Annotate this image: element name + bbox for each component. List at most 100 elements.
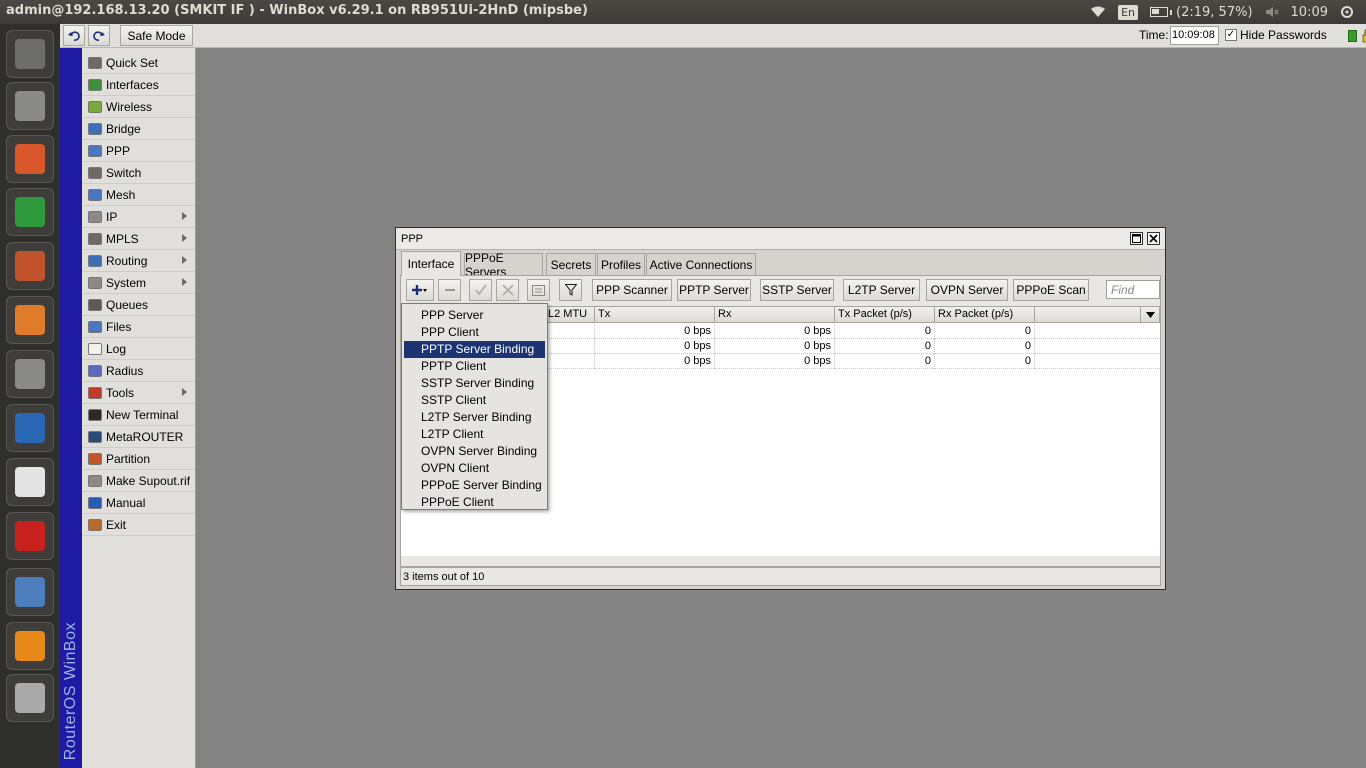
menu-item-l2tp-client[interactable]: L2TP Client (404, 426, 545, 443)
redo-button[interactable] (88, 25, 110, 46)
sstp-server-button[interactable]: SSTP Server (760, 279, 834, 301)
sidebar-item[interactable]: Partition (82, 448, 195, 470)
software-center-icon (15, 305, 45, 335)
pptp-server-button[interactable]: PPTP Server (677, 279, 751, 301)
menu-item-sstp-client[interactable]: SSTP Client (404, 392, 545, 409)
launcher-item[interactable] (6, 404, 54, 452)
ppp-scanner-button[interactable]: PPP Scanner (592, 279, 672, 301)
pppoe-scan-button[interactable]: PPPoE Scan (1013, 279, 1089, 301)
sidebar-item[interactable]: System (82, 272, 195, 294)
mpls-icon (88, 232, 102, 245)
tab-active-connections[interactable]: Active Connections (646, 253, 756, 275)
volume-muted-icon[interactable] (1265, 6, 1279, 18)
column-header-tx-packet[interactable]: Tx Packet (p/s) (835, 307, 935, 323)
launcher-item[interactable] (6, 82, 54, 130)
remove-button[interactable] (438, 279, 461, 301)
column-header-rx[interactable]: Rx (715, 307, 835, 323)
menu-item-ovpn-client[interactable]: OVPN Client (404, 460, 545, 477)
launcher-item[interactable] (6, 188, 54, 236)
launcher-item[interactable] (6, 350, 54, 398)
menu-item-ppp-server[interactable]: PPP Server (404, 307, 545, 324)
battery-indicator[interactable]: (2:19, 57%) (1150, 5, 1253, 20)
sidebar-item[interactable]: Radius (82, 360, 195, 382)
battery-icon (1150, 7, 1169, 17)
launcher-item[interactable] (6, 30, 54, 78)
sidebar-item[interactable]: Wireless (82, 96, 195, 118)
menu-item-sstp-server-binding[interactable]: SSTP Server Binding (404, 375, 545, 392)
wifi-icon[interactable] (1090, 6, 1106, 18)
menu-item-l2tp-server-binding[interactable]: L2TP Server Binding (404, 409, 545, 426)
launcher-item[interactable] (6, 512, 54, 560)
ppp-titlebar[interactable]: PPP (396, 228, 1165, 250)
menu-item-pppoe-server-binding[interactable]: PPPoE Server Binding (404, 477, 545, 494)
column-chooser-button[interactable] (1141, 307, 1160, 323)
launcher-item[interactable] (6, 568, 54, 616)
launcher-item[interactable] (6, 458, 54, 506)
comment-button[interactable] (527, 279, 550, 301)
sidebar-item[interactable]: Quick Set (82, 52, 195, 74)
sidebar-item[interactable]: Routing (82, 250, 195, 272)
disable-button[interactable] (496, 279, 519, 301)
sidebar-item[interactable]: MPLS (82, 228, 195, 250)
column-header-l2mtu[interactable]: L2 MTU (545, 307, 595, 323)
sidebar-item[interactable]: PPP (82, 140, 195, 162)
sidebar-item[interactable]: Manual (82, 492, 195, 514)
sidebar-item[interactable]: Make Supout.rif (82, 470, 195, 492)
routeros-brand-bar: RouterOS WinBox (60, 48, 82, 768)
sidebar-item[interactable]: Tools (82, 382, 195, 404)
sidebar-item[interactable]: Exit (82, 514, 195, 536)
tab-interface[interactable]: Interface (401, 251, 461, 276)
filter-button[interactable] (559, 279, 582, 301)
maximize-button[interactable] (1130, 232, 1143, 245)
brand-label: RouterOS WinBox (62, 621, 79, 760)
menu-item-pptp-server-binding[interactable]: PPTP Server Binding (404, 341, 545, 358)
close-button[interactable] (1147, 232, 1160, 245)
add-button[interactable] (406, 279, 434, 301)
menu-item-ppp-client[interactable]: PPP Client (404, 324, 545, 341)
sidebar-item[interactable]: Files (82, 316, 195, 338)
files-icon (15, 91, 45, 121)
power-gear-icon[interactable] (1340, 5, 1354, 19)
launcher-item[interactable] (6, 622, 54, 670)
column-header-tx[interactable]: Tx (595, 307, 715, 323)
undo-button[interactable] (63, 25, 85, 46)
sidebar-item[interactable]: Log (82, 338, 195, 360)
sidebar-item[interactable]: Queues (82, 294, 195, 316)
time-field[interactable]: 10:09:08 (1170, 26, 1219, 45)
sidebar-item[interactable]: Interfaces (82, 74, 195, 96)
sidebar-item-label: Partition (106, 451, 151, 466)
launcher-item[interactable] (6, 296, 54, 344)
enable-button[interactable] (469, 279, 492, 301)
menu-item-ovpn-server-binding[interactable]: OVPN Server Binding (404, 443, 545, 460)
clock[interactable]: 10:09 (1291, 5, 1328, 20)
sidebar-item[interactable]: Mesh (82, 184, 195, 206)
sidebar-item[interactable]: New Terminal (82, 404, 195, 426)
sidebar-item-label: Wireless (106, 99, 153, 114)
submenu-arrow-icon (182, 278, 187, 286)
sidebar-item[interactable]: Bridge (82, 118, 195, 140)
menu-item-pppoe-client[interactable]: PPPoE Client (404, 494, 545, 511)
launcher-item[interactable] (6, 674, 54, 722)
launcher-item[interactable] (6, 242, 54, 290)
tab-pppoe-servers[interactable]: PPPoE Servers (464, 251, 543, 279)
sidebar-item[interactable]: MetaROUTER (82, 426, 195, 448)
sidebar-item[interactable]: Switch (82, 162, 195, 184)
log-icon (88, 342, 102, 355)
tab-secrets[interactable]: Secrets (546, 253, 596, 275)
l2tp-server-button[interactable]: L2TP Server (843, 279, 920, 301)
tab-profiles[interactable]: Profiles (597, 253, 645, 275)
safe-mode-button[interactable]: Safe Mode (120, 25, 193, 46)
column-header-rx-packet[interactable]: Rx Packet (p/s) (935, 307, 1035, 323)
find-input[interactable]: Find (1106, 280, 1160, 299)
cell-rx: 0 bps (715, 339, 835, 354)
cell-rx: 0 bps (715, 354, 835, 369)
keyboard-layout-indicator[interactable]: En (1118, 4, 1139, 20)
menu-item-pptp-client[interactable]: PPTP Client (404, 358, 545, 375)
ovpn-server-button[interactable]: OVPN Server (926, 279, 1008, 301)
launcher-item[interactable] (6, 135, 54, 183)
sidebar-item[interactable]: IP (82, 206, 195, 228)
cell-l2mtu (545, 324, 595, 339)
sidebar-item-label: IP (106, 209, 118, 224)
hide-passwords-checkbox[interactable]: ✓ (1225, 29, 1237, 41)
window-title: admin@192.168.13.20 (SMKIT IF ) - WinBox… (6, 3, 588, 18)
